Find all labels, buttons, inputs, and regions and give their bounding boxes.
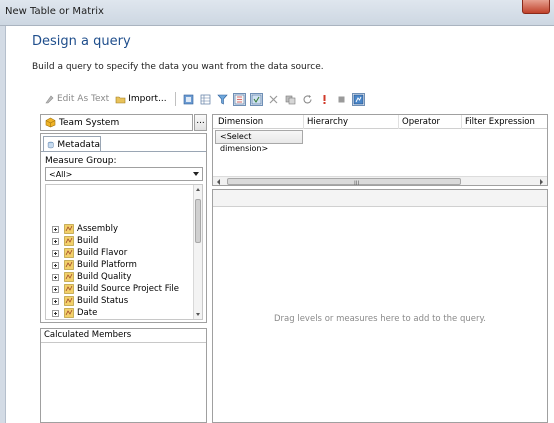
dimension-icon xyxy=(64,272,74,282)
column-header-filter-expression[interactable]: Filter Expression xyxy=(465,117,535,127)
tree-item-label: Build Platform xyxy=(77,260,137,270)
metadata-tree: Assembly Build Build Flavor Build Platfo… xyxy=(45,184,203,320)
tree-item-assembly[interactable]: Assembly xyxy=(52,223,118,235)
tab-metadata[interactable]: Metadata xyxy=(43,136,101,152)
edit-as-text-label: Edit As Text xyxy=(57,94,110,104)
tab-metadata-label: Metadata xyxy=(57,139,100,150)
scroll-down-icon[interactable] xyxy=(196,313,200,316)
dimension-icon xyxy=(64,224,74,234)
select-dimension-cell[interactable]: <Select dimension> xyxy=(215,130,303,153)
delete-icon[interactable] xyxy=(267,93,280,106)
tree-item-label: Assembly xyxy=(77,224,118,234)
scroll-thumb[interactable]: III xyxy=(227,178,461,185)
import-button[interactable]: Import... xyxy=(113,91,168,107)
query-toolbar: Edit As Text Import... xyxy=(42,90,367,108)
tab-divider xyxy=(41,151,206,152)
grid-view-icon[interactable] xyxy=(199,93,212,106)
chevron-down-icon xyxy=(193,172,199,176)
browse-cube-button[interactable]: ... xyxy=(194,114,207,131)
expand-icon[interactable] xyxy=(52,297,59,305)
drop-hint: Drag levels or measures here to add to t… xyxy=(274,314,486,324)
scroll-thumb[interactable] xyxy=(195,199,201,243)
dimension-icon xyxy=(64,308,74,318)
tree-item-label: Build Source Project File xyxy=(77,284,179,294)
tree-item-label: Build Flavor xyxy=(77,248,128,258)
metadata-icon xyxy=(47,141,54,148)
metadata-panel: Metadata Measure Group: <All> Assembly B… xyxy=(40,133,207,323)
tree-item-label: Build Status xyxy=(77,296,129,306)
query-results-area[interactable]: Drag levels or measures here to add to t… xyxy=(212,189,548,423)
calculated-members-panel[interactable]: Calculated Members xyxy=(40,328,207,423)
edit-text-icon xyxy=(45,95,54,103)
expand-icon[interactable] xyxy=(52,261,59,269)
window-title: New Table or Matrix xyxy=(5,6,104,17)
scroll-left-icon[interactable] xyxy=(217,179,220,185)
filter-hscrollbar[interactable]: III xyxy=(213,176,547,185)
dimension-icon xyxy=(64,236,74,246)
cube-name: Team System xyxy=(59,117,120,128)
query-parameters-icon[interactable] xyxy=(284,93,297,106)
cancel-query-icon[interactable] xyxy=(335,93,348,106)
expand-icon[interactable] xyxy=(52,225,59,233)
window-frame xyxy=(0,26,6,423)
tree-item-label: Date xyxy=(77,308,98,318)
calculated-members-label: Calculated Members xyxy=(41,329,206,343)
filter-icon[interactable] xyxy=(216,93,229,106)
refresh-icon[interactable] xyxy=(301,93,314,106)
close-button[interactable] xyxy=(522,0,550,14)
column-header-operator[interactable]: Operator xyxy=(402,117,440,127)
cube-selector: Team System xyxy=(40,114,193,131)
tree-item-build-platform[interactable]: Build Platform xyxy=(52,259,137,271)
auto-execute-icon[interactable] xyxy=(249,92,263,106)
expand-icon[interactable] xyxy=(52,249,59,257)
tree-item-build-quality[interactable]: Build Quality xyxy=(52,271,131,283)
cube-icon xyxy=(45,117,56,128)
import-label: Import... xyxy=(128,94,167,104)
expand-icon[interactable] xyxy=(52,285,59,293)
edit-as-text-button[interactable]: Edit As Text xyxy=(42,91,111,107)
dimension-icon xyxy=(64,248,74,258)
scroll-up-icon[interactable] xyxy=(196,188,200,191)
tree-item-date[interactable]: Date xyxy=(52,307,97,319)
execute-query-icon[interactable] xyxy=(318,93,331,106)
scroll-right-icon[interactable] xyxy=(540,179,543,185)
measure-group-select[interactable]: <All> xyxy=(45,167,203,181)
tree-item-build-source-project-file[interactable]: Build Source Project File xyxy=(52,283,179,295)
column-header-dimension[interactable]: Dimension xyxy=(218,117,263,127)
column-header-hierarchy[interactable]: Hierarchy xyxy=(307,117,348,127)
title-bar: New Table or Matrix xyxy=(0,0,554,26)
page-title: Design a query xyxy=(32,34,131,49)
dimension-icon xyxy=(64,260,74,270)
expand-icon[interactable] xyxy=(52,273,59,281)
dimension-icon xyxy=(64,284,74,294)
scroll-grip: III xyxy=(354,180,360,186)
expand-icon[interactable] xyxy=(52,237,59,245)
measure-group-label: Measure Group: xyxy=(45,156,117,166)
design-mode-icon[interactable] xyxy=(351,92,365,106)
column-divider xyxy=(398,115,399,129)
tree-item-build-status[interactable]: Build Status xyxy=(52,295,128,307)
results-header xyxy=(213,190,547,207)
add-calculated-member-icon[interactable] xyxy=(182,93,195,106)
show-empty-cells-icon[interactable] xyxy=(232,92,246,106)
measure-group-value: <All> xyxy=(49,169,73,179)
column-divider xyxy=(461,115,462,129)
expand-icon[interactable] xyxy=(52,309,59,317)
tree-item-label: Build xyxy=(77,236,99,246)
filter-grid: Dimension Hierarchy Operator Filter Expr… xyxy=(212,114,548,186)
dimension-icon xyxy=(64,296,74,306)
tree-item-build[interactable]: Build xyxy=(52,235,98,247)
column-divider xyxy=(303,115,304,129)
page-description: Build a query to specify the data you wa… xyxy=(32,62,324,72)
toolbar-separator xyxy=(174,92,176,106)
tree-item-label: Build Quality xyxy=(77,272,132,282)
tree-item-build-flavor[interactable]: Build Flavor xyxy=(52,247,127,259)
folder-open-icon xyxy=(115,96,126,103)
tree-scrollbar[interactable] xyxy=(193,185,202,319)
filter-column-headers: Dimension Hierarchy Operator Filter Expr… xyxy=(213,115,547,129)
